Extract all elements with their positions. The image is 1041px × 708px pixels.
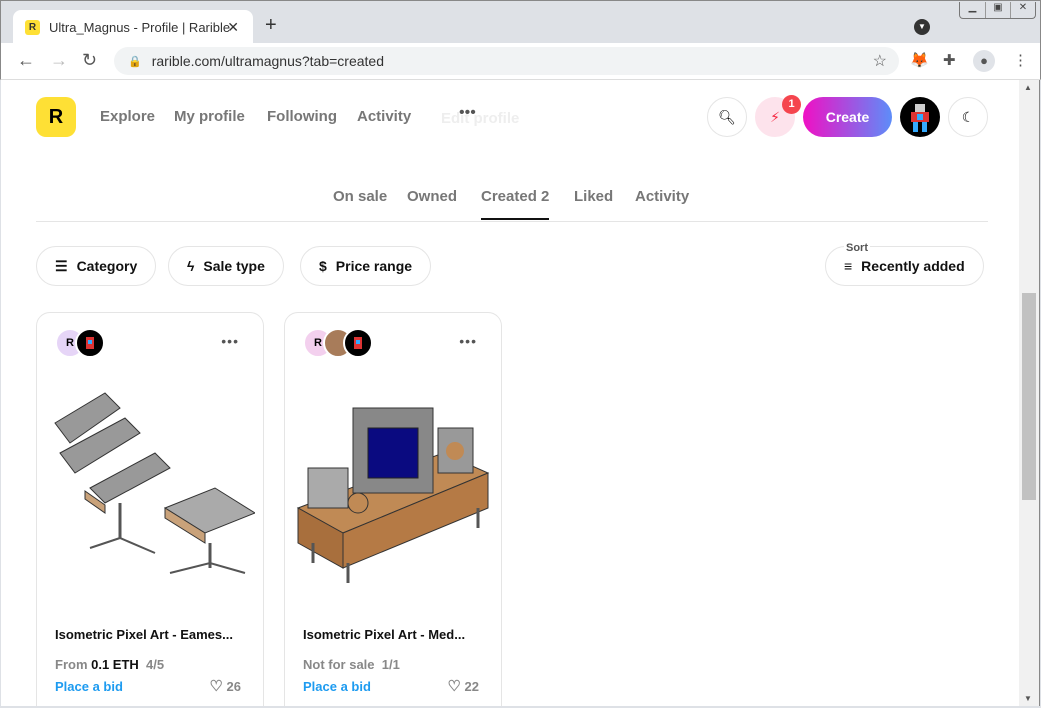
new-tab-button[interactable]: +	[265, 14, 277, 37]
user-avatar[interactable]	[900, 97, 940, 137]
category-label: Category	[76, 258, 138, 274]
maximize-button[interactable]: ▣	[985, 2, 1010, 18]
reload-icon[interactable]: ↻	[82, 50, 97, 71]
moon-icon: ☾	[961, 108, 975, 125]
create-button[interactable]: Create	[803, 97, 892, 137]
sale-type-filter[interactable]: ϟ Sale type	[168, 246, 284, 286]
bookmark-star-icon[interactable]: ☆	[873, 51, 887, 71]
more-icon[interactable]: •••	[459, 104, 476, 122]
tab-created-label: Created	[481, 188, 537, 205]
tab-created[interactable]: Created 2	[481, 188, 550, 220]
lightning-icon: ϟ	[187, 258, 195, 274]
heart-icon: ♡	[209, 678, 223, 695]
price-prefix: From	[55, 657, 88, 672]
price-value: 0.1 ETH	[91, 657, 139, 672]
tab-activity[interactable]: Activity	[635, 188, 689, 218]
lock-icon: 🔒	[128, 55, 142, 68]
forward-icon[interactable]: →	[50, 50, 68, 71]
search-icon: 🔍︎	[718, 108, 736, 125]
nav-my-profile[interactable]: My profile	[174, 108, 245, 125]
tab-liked[interactable]: Liked	[574, 188, 613, 218]
nft-card[interactable]: R ••• Isometric Pixel Art - Med... Not f…	[284, 312, 502, 706]
like-button[interactable]: ♡ 26	[209, 677, 241, 695]
rarible-logo[interactable]: R	[36, 97, 76, 137]
close-window-button[interactable]: ✕	[1010, 2, 1035, 18]
theme-toggle-button[interactable]: ☾	[948, 97, 988, 137]
like-count: 22	[464, 679, 479, 694]
nav-following[interactable]: Following	[267, 108, 337, 125]
notification-badge: 1	[782, 95, 801, 114]
sale-type-label: Sale type	[203, 258, 265, 274]
close-tab-icon[interactable]: ✕	[227, 19, 239, 36]
scroll-down-icon[interactable]: ▼	[1024, 694, 1032, 703]
price-range-filter[interactable]: $ Price range	[300, 246, 432, 286]
browser-titlebar: R Ultra_Magnus - Profile | Rarible ✕ + ▼…	[0, 0, 1041, 44]
price-prefix: Not for sale	[303, 657, 375, 672]
tab-on-sale[interactable]: On sale	[333, 188, 387, 218]
vertical-scrollbar[interactable]: ▲ ▼	[1019, 80, 1040, 706]
place-bid-link[interactable]: Place a bid	[55, 679, 123, 694]
browser-tab[interactable]: R Ultra_Magnus - Profile | Rarible ✕	[13, 10, 253, 44]
edition-count: 4/5	[146, 657, 165, 672]
list-icon: ☰	[55, 257, 68, 274]
sort-label: Sort	[844, 242, 870, 254]
nft-image-media-console	[296, 407, 490, 583]
nft-image-eames-chair	[54, 392, 255, 574]
profile-icon[interactable]: ●	[973, 50, 995, 72]
rarible-favicon: R	[25, 19, 40, 35]
scroll-up-icon[interactable]: ▲	[1024, 83, 1032, 92]
place-bid-link[interactable]: Place a bid	[303, 679, 371, 694]
metamask-icon[interactable]: 🦊	[910, 51, 929, 69]
price-range-label: Price range	[335, 258, 413, 274]
nft-card[interactable]: R ••• Isometric Pixel Art - Eames... Fro…	[36, 312, 264, 706]
edition-count: 1/1	[381, 657, 400, 672]
card-title[interactable]: Isometric Pixel Art - Med...	[303, 627, 465, 642]
profile-tabs: On sale Owned Created 2 Liked Activity	[36, 180, 988, 222]
category-filter[interactable]: ☰ Category	[36, 246, 157, 286]
tab-owned[interactable]: Owned	[407, 188, 457, 218]
nav-explore[interactable]: Explore	[100, 108, 155, 125]
card-more-icon[interactable]: •••	[221, 333, 239, 349]
window-controls: ▁ ▣ ✕	[959, 2, 1036, 19]
url-text: rarible.com/ultramagnus?tab=created	[151, 53, 384, 69]
creator-avatar[interactable]	[75, 328, 105, 358]
address-bar[interactable]: 🔒 rarible.com/ultramagnus?tab=created ☆	[114, 47, 899, 75]
browser-toolbar: ← → ↻ 🔒 rarible.com/ultramagnus?tab=crea…	[0, 43, 1041, 80]
extensions-icon[interactable]: ✚	[943, 51, 956, 69]
tab-created-count: 2	[541, 188, 550, 205]
like-count: 26	[226, 679, 241, 694]
lightning-icon: ⚡︎	[770, 108, 780, 125]
heart-icon: ♡	[447, 678, 461, 695]
card-price: From 0.1 ETH 4/5	[55, 657, 164, 672]
back-icon[interactable]: ←	[17, 50, 35, 71]
rarible-page: R Explore My profile Following Activity …	[1, 80, 1019, 706]
creator-avatar[interactable]	[343, 328, 373, 358]
tab-title: Ultra_Magnus - Profile | Rarible	[49, 19, 231, 35]
sort-value: Recently added	[861, 258, 965, 274]
tab-search-icon[interactable]: ▼	[914, 19, 930, 35]
sort-icon: ≡	[844, 258, 853, 274]
scrollbar-thumb[interactable]	[1022, 293, 1036, 500]
card-price: Not for sale 1/1	[303, 657, 400, 672]
dollar-icon: $	[319, 258, 327, 274]
card-more-icon[interactable]: •••	[459, 333, 477, 349]
card-title[interactable]: Isometric Pixel Art - Eames...	[55, 627, 233, 642]
edit-profile-ghost: Edit profile	[441, 110, 520, 127]
menu-kebab-icon[interactable]: ⋮	[1013, 51, 1028, 69]
nav-activity[interactable]: Activity	[357, 108, 411, 125]
minimize-button[interactable]: ▁	[960, 2, 985, 18]
search-button[interactable]: 🔍︎	[707, 97, 747, 137]
like-button[interactable]: ♡ 22	[447, 677, 479, 695]
